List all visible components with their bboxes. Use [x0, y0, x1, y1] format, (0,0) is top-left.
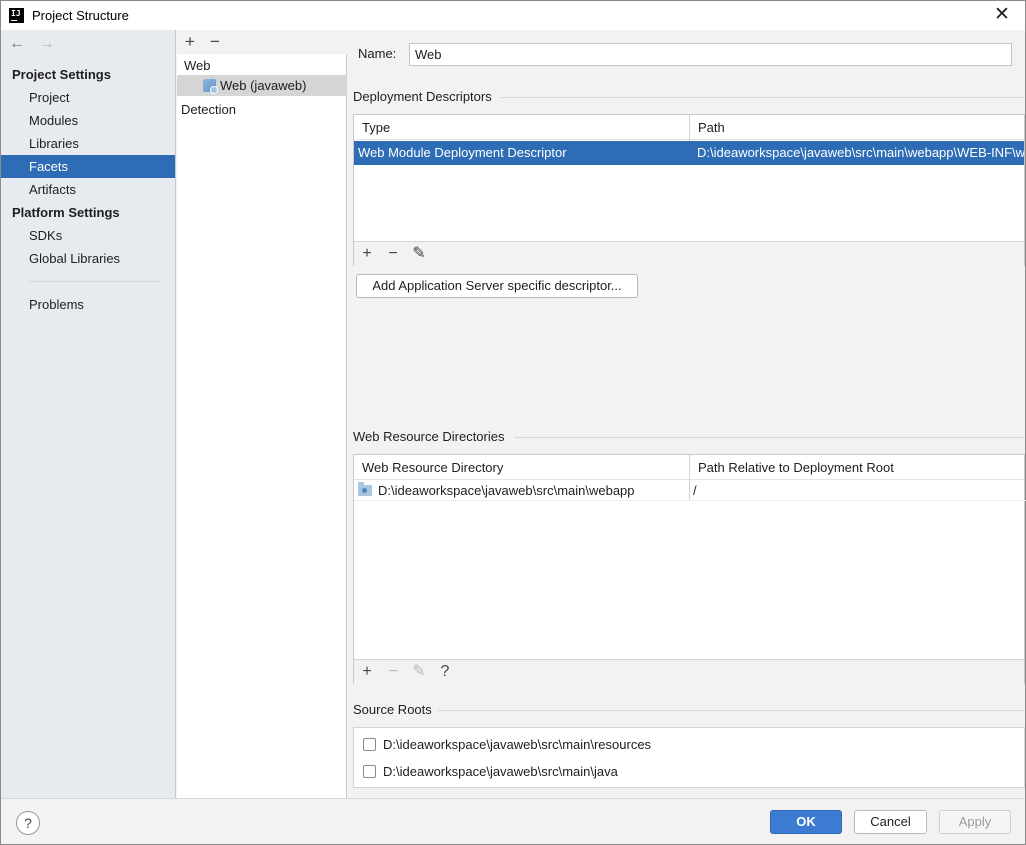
web-facet-icon [203, 79, 218, 94]
source-root-checkbox[interactable] [363, 738, 376, 751]
sidebar-item-libraries[interactable]: Libraries [1, 132, 175, 155]
section-divider [438, 710, 1025, 711]
tree-item-label: Web (javaweb) [220, 78, 307, 93]
add-server-descriptor-button[interactable]: Add Application Server specific descript… [356, 274, 638, 298]
sidebar-divider [29, 281, 161, 282]
sidebar-item-facets[interactable]: Facets [1, 155, 175, 178]
remove-resource-button[interactable]: − [384, 663, 402, 681]
tree-group-web[interactable]: Web [184, 55, 211, 76]
column-header-type[interactable]: Type [354, 115, 390, 140]
table-row[interactable]: D:\ideaworkspace\javaweb\src\main\webapp… [354, 481, 1024, 500]
table-row[interactable]: Web Module Deployment Descriptor D:\idea… [354, 141, 1024, 165]
facets-tree-panel: + − Web Web (javaweb) Detection [177, 30, 347, 798]
project-structure-dialog: IJ Project Structure ✕ ← → Project Setti… [0, 0, 1026, 845]
title-bar: IJ Project Structure ✕ [1, 1, 1025, 30]
tree-item-web-javaweb[interactable]: Web (javaweb) [177, 75, 347, 96]
source-root-path: D:\ideaworkspace\javaweb\src\main\java [383, 764, 618, 779]
nav-arrows: ← → [9, 35, 65, 53]
add-descriptor-button[interactable]: + [358, 245, 376, 263]
source-root-item[interactable]: D:\ideaworkspace\javaweb\src\main\resour… [363, 736, 651, 754]
intellij-idea-icon: IJ [9, 8, 24, 23]
edit-resource-button[interactable]: ✎ [410, 663, 428, 681]
source-root-path: D:\ideaworkspace\javaweb\src\main\resour… [383, 737, 652, 752]
web-folder-icon [358, 482, 372, 496]
section-divider [514, 437, 1025, 438]
apply-button[interactable]: Apply [939, 810, 1011, 834]
resource-directory-path: D:\ideaworkspace\javaweb\src\main\webapp [378, 483, 635, 498]
window-title: Project Structure [32, 8, 129, 23]
descriptor-path-cell: D:\ideaworkspace\javaweb\src\main\webapp… [697, 145, 1024, 160]
relative-path-cell: / [693, 483, 697, 498]
add-facet-button[interactable]: + [181, 32, 199, 52]
sidebar-item-global-libraries[interactable]: Global Libraries [1, 247, 175, 270]
name-field[interactable]: Web [409, 43, 1012, 66]
help-icon[interactable]: ? [436, 663, 454, 681]
deployment-descriptors-title: Deployment Descriptors [353, 89, 492, 104]
section-divider [500, 97, 1025, 98]
source-roots-title: Source Roots [353, 702, 432, 717]
help-button[interactable]: ? [16, 811, 40, 835]
platform-settings-heading: Platform Settings [12, 205, 120, 220]
forward-arrow-icon[interactable]: → [39, 35, 57, 53]
source-root-item[interactable]: D:\ideaworkspace\javaweb\src\main\java [363, 763, 618, 781]
back-arrow-icon[interactable]: ← [9, 35, 27, 53]
sidebar-item-project[interactable]: Project [1, 86, 175, 109]
row-divider [354, 500, 1026, 501]
source-root-checkbox[interactable] [363, 765, 376, 778]
web-resource-directories-table: Web Resource Directory Path Relative to … [353, 454, 1026, 684]
remove-facet-button[interactable]: − [206, 32, 224, 52]
close-icon[interactable]: ✕ [993, 5, 1011, 24]
ok-button[interactable]: OK [770, 810, 842, 834]
project-settings-heading: Project Settings [12, 67, 111, 82]
name-label: Name: [358, 46, 397, 61]
sidebar-item-modules[interactable]: Modules [1, 109, 175, 132]
descriptor-type-cell: Web Module Deployment Descriptor [358, 145, 567, 160]
deployment-table-toolbar: + − ✎ [354, 241, 1024, 266]
dialog-footer: ? OK Cancel Apply [1, 798, 1025, 844]
source-roots-list: D:\ideaworkspace\javaweb\src\main\resour… [353, 727, 1025, 788]
sidebar-item-artifacts[interactable]: Artifacts [1, 178, 175, 201]
facet-settings-panel: Name: Web Deployment Descriptors Type Pa… [348, 30, 1026, 798]
deployment-descriptors-table: Type Path Web Module Deployment Descript… [353, 114, 1025, 266]
cancel-button[interactable]: Cancel [854, 810, 927, 834]
web-resource-directories-title: Web Resource Directories [353, 429, 505, 444]
tree-toolbar: + − [177, 30, 347, 54]
column-header-relative-path[interactable]: Path Relative to Deployment Root [690, 455, 894, 480]
edit-descriptor-button[interactable]: ✎ [410, 245, 428, 263]
resource-directory-cell: D:\ideaworkspace\javaweb\src\main\webapp [354, 481, 689, 500]
sidebar-item-sdks[interactable]: SDKs [1, 224, 175, 247]
sidebar-item-problems[interactable]: Problems [1, 293, 175, 316]
column-header-directory[interactable]: Web Resource Directory [354, 455, 503, 480]
tree-item-detection[interactable]: Detection [181, 99, 236, 120]
resources-table-toolbar: + − ✎ ? [354, 659, 1024, 684]
settings-sidebar: ← → Project Settings Project Modules Lib… [1, 30, 176, 798]
add-resource-button[interactable]: + [358, 663, 376, 681]
remove-descriptor-button[interactable]: − [384, 245, 402, 263]
column-header-path[interactable]: Path [690, 115, 725, 140]
